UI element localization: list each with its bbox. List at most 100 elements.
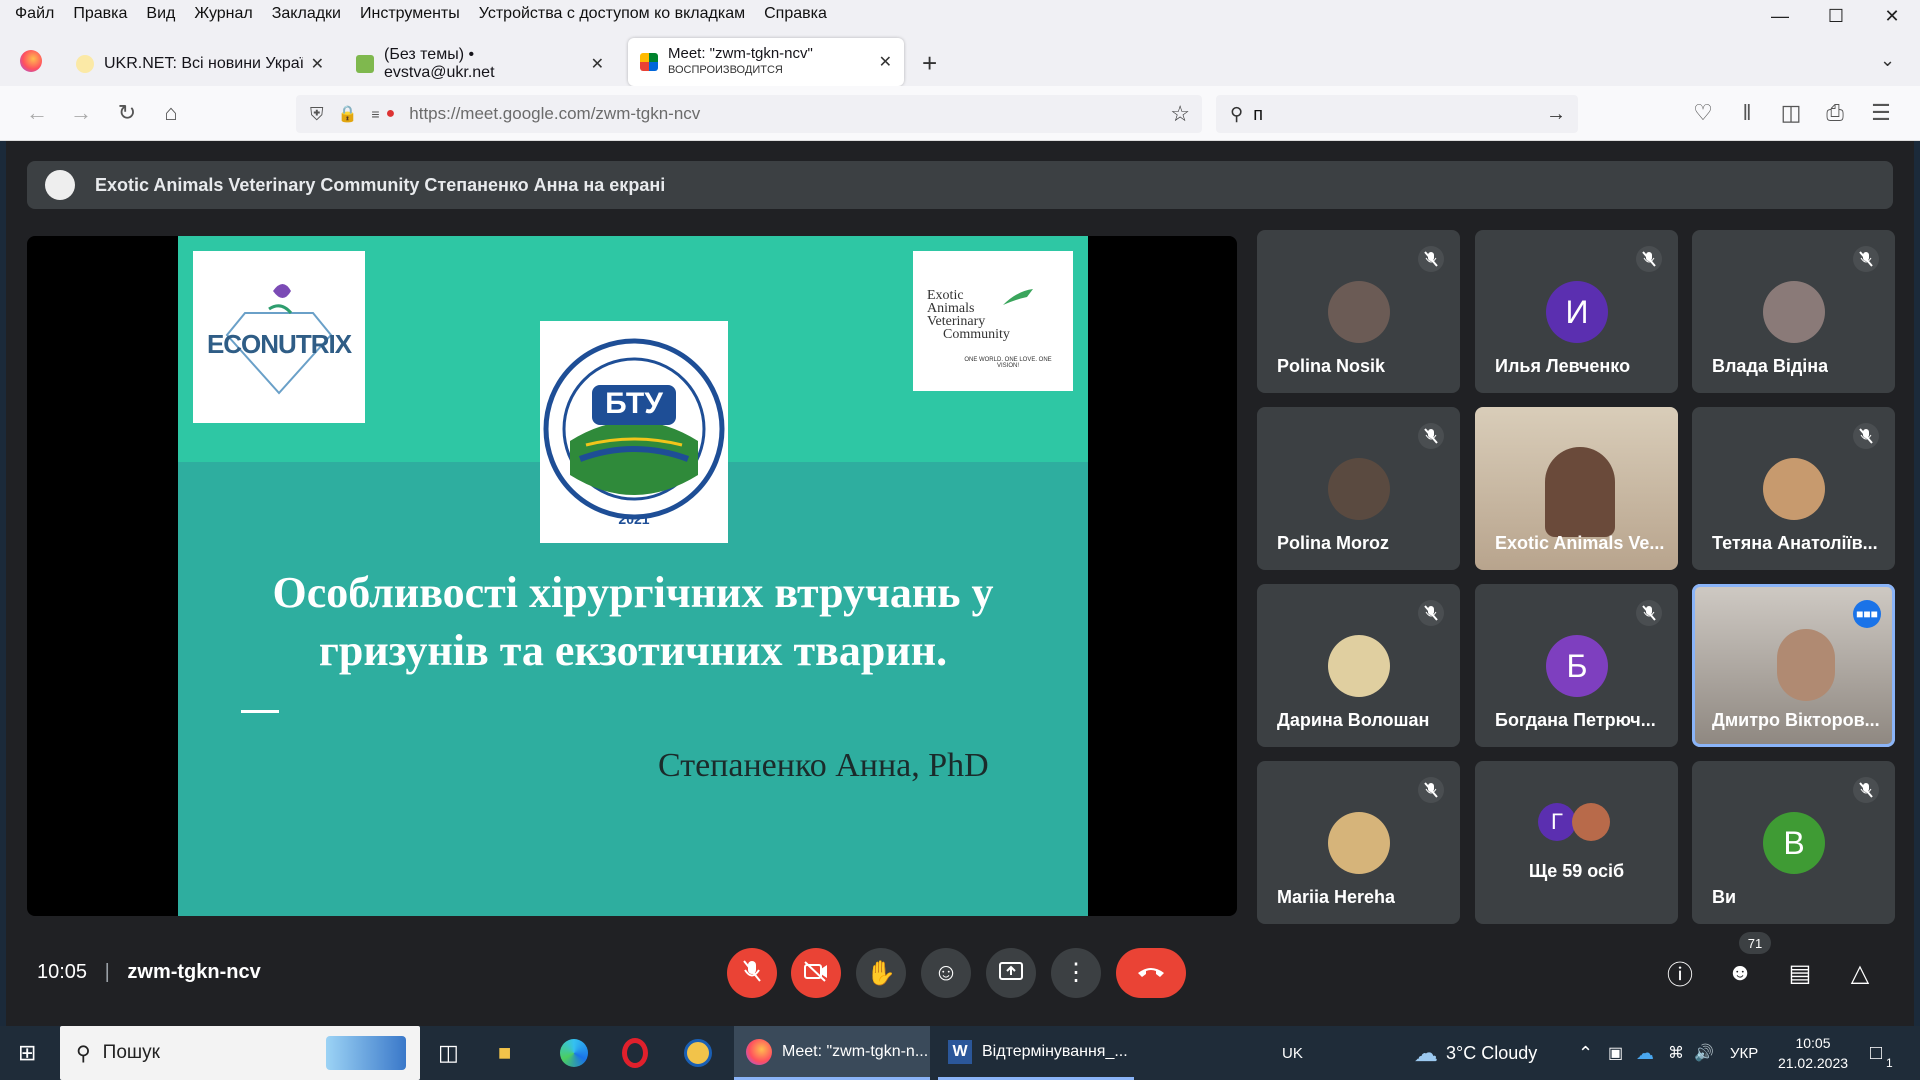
new-tab-button[interactable]: + [922, 48, 937, 79]
participant-avatar: Б [1546, 635, 1608, 697]
menu-tools[interactable]: Инструменты [360, 5, 460, 23]
tab-playing-label: ВОСПРОИЗВОДИТСЯ [668, 64, 783, 76]
file-explorer-icon[interactable]: ■ [498, 1026, 511, 1080]
volume-icon[interactable]: 🔊 [1694, 1026, 1714, 1080]
search-highlight-icon [326, 1036, 406, 1070]
participant-video-tile-speaking[interactable]: ■■■ Дмитро Вікторов... [1692, 584, 1895, 747]
task-view-icon[interactable]: ◫ [438, 1026, 459, 1080]
pocket-icon[interactable]: ♡ [1690, 100, 1716, 126]
clock[interactable]: 10:05 21.02.2023 [1772, 1026, 1854, 1080]
taskbar-app-label: Meet: "zwm-tgkn-n... [782, 1042, 929, 1060]
close-tab-icon[interactable]: ✕ [303, 54, 324, 74]
bookmark-star-icon[interactable]: ☆ [1170, 101, 1190, 127]
participant-tile[interactable]: Дарина Волошан [1257, 584, 1460, 747]
tab-ukrnet-mail[interactable]: (Без темы) • evstva@ukr.net ✕ [344, 42, 616, 86]
mic-toggle-button[interactable] [727, 948, 777, 998]
participant-tile[interactable]: Влада Відіна [1692, 230, 1895, 393]
close-tab-icon[interactable]: ✕ [583, 54, 604, 74]
tab-ukrnet[interactable]: UKR.NET: Всі новини України, ✕ [64, 42, 336, 86]
leave-call-button[interactable] [1116, 948, 1186, 998]
opera-icon[interactable] [622, 1026, 648, 1080]
participant-tile[interactable]: И Илья Левченко [1475, 230, 1678, 393]
close-tab-icon[interactable]: ✕ [871, 52, 892, 72]
home-icon[interactable]: ⌂ [158, 100, 184, 126]
participant-name: Ви [1712, 887, 1737, 907]
menu-history[interactable]: Журнал [194, 5, 252, 23]
meeting-details-button[interactable]: ⓘ [1663, 956, 1697, 990]
raise-hand-button[interactable]: ✋ [856, 948, 906, 998]
edge-icon[interactable] [560, 1026, 588, 1080]
app-clock-icon[interactable] [684, 1026, 712, 1080]
tab-meet[interactable]: Meet: "zwm-tgkn-ncv" ВОСПРОИЗВОДИТСЯ ✕ [628, 38, 904, 86]
windows-start-icon[interactable]: ⊞ [18, 1026, 36, 1080]
input-language[interactable]: УКР [1730, 1026, 1758, 1080]
chat-button[interactable]: ▤ [1783, 956, 1817, 990]
emoji-icon: ☺ [933, 959, 959, 986]
menu-file[interactable]: Файл [15, 5, 54, 23]
activities-button[interactable]: △ [1843, 956, 1877, 990]
back-icon[interactable]: ← [24, 100, 50, 126]
mail-favicon-icon [356, 55, 374, 73]
extensions-icon[interactable]: ⎙ [1822, 100, 1848, 126]
participant-video-tile[interactable]: Exotic Animals Ve... [1475, 407, 1678, 570]
permissions-icon[interactable]: ≡ [371, 106, 379, 122]
search-bar[interactable]: ⚲ п → [1216, 95, 1578, 133]
library-icon[interactable]: ‖ [1734, 100, 1760, 126]
sidebar-icon[interactable]: ◫ [1778, 100, 1804, 126]
shield-icon[interactable]: ⛨ [310, 104, 324, 125]
firefox-view-icon[interactable] [20, 50, 42, 72]
participant-name: Влада Відіна [1712, 356, 1829, 376]
reactions-button[interactable]: ☺ [921, 948, 971, 998]
people-button[interactable]: ☻ [1723, 956, 1757, 990]
menu-view[interactable]: Вид [146, 5, 175, 23]
menu-synced-tabs[interactable]: Устройства с доступом ко вкладкам [479, 5, 745, 23]
participant-name: Дмитро Вікторов... [1712, 710, 1880, 730]
list-all-tabs-icon[interactable]: ⌄ [1880, 50, 1895, 71]
participant-tile[interactable]: Тетяна Анатоліїв... [1692, 407, 1895, 570]
taskbar-app-word[interactable]: W Відтермінування_... [938, 1026, 1134, 1080]
participant-avatar [1328, 812, 1390, 874]
wifi-icon[interactable]: ⌘ [1668, 1026, 1684, 1080]
meeting-info: 10:05 | zwm-tgkn-ncv [37, 961, 261, 984]
participant-tile[interactable]: Б Богдана Петрюч... [1475, 584, 1678, 747]
taskbar-app-firefox[interactable]: Meet: "zwm-tgkn-n... [734, 1026, 930, 1080]
taskbar-search-placeholder: Пошук [102, 1042, 160, 1063]
more-options-button[interactable]: ⋮ [1051, 948, 1101, 998]
reload-icon[interactable]: ↻ [114, 100, 140, 126]
self-tile[interactable]: В Ви [1692, 761, 1895, 924]
url-bar[interactable]: ⛨ 🔒 ≡ ● https://meet.google.com/zwm-tgkn… [296, 95, 1202, 133]
participant-tile[interactable]: Polina Nosik [1257, 230, 1460, 393]
mic-off-icon [1418, 423, 1444, 449]
mic-off-icon [1636, 600, 1662, 626]
input-language-short[interactable]: UK [1282, 1026, 1303, 1080]
mic-off-icon [742, 959, 762, 988]
camera-toggle-button[interactable] [791, 948, 841, 998]
microphone-permission-icon[interactable]: ● [386, 105, 396, 123]
participant-tile[interactable]: Polina Moroz [1257, 407, 1460, 570]
participant-name: Богдана Петрюч... [1495, 710, 1656, 730]
participant-tile[interactable]: Mariia Hereha [1257, 761, 1460, 924]
slide-title: Особливості хірургічних втручань у гризу… [178, 564, 1088, 680]
weather-widget[interactable]: ☁ 3°C Cloudy [1414, 1026, 1537, 1080]
search-input[interactable]: п [1253, 104, 1263, 125]
camera-off-icon [803, 960, 829, 987]
tray-app-icon[interactable]: ▣ [1608, 1026, 1623, 1080]
menu-bookmarks[interactable]: Закладки [272, 5, 341, 23]
mic-off-icon [1418, 246, 1444, 272]
participant-name: Илья Левченко [1495, 356, 1631, 376]
participant-avatar [1328, 635, 1390, 697]
go-arrow-icon[interactable]: → [1546, 103, 1566, 126]
forward-icon[interactable]: → [68, 100, 94, 126]
onedrive-icon[interactable]: ☁ [1636, 1026, 1654, 1080]
app-menu-icon[interactable]: ☰ [1868, 100, 1894, 126]
menu-help[interactable]: Справка [764, 5, 827, 23]
notifications-icon[interactable]: □ [1870, 1026, 1882, 1080]
present-button[interactable] [986, 948, 1036, 998]
chevron-up-icon[interactable]: ⌃ [1578, 1026, 1593, 1080]
participant-avatar [1328, 458, 1390, 520]
lock-icon[interactable]: 🔒 [338, 104, 358, 124]
taskbar-search[interactable]: ⚲ Пошук [60, 1026, 420, 1080]
more-participants-tile[interactable]: Г Ще 59 осіб [1475, 761, 1678, 924]
menu-edit[interactable]: Правка [73, 5, 127, 23]
slide-divider [241, 710, 279, 713]
